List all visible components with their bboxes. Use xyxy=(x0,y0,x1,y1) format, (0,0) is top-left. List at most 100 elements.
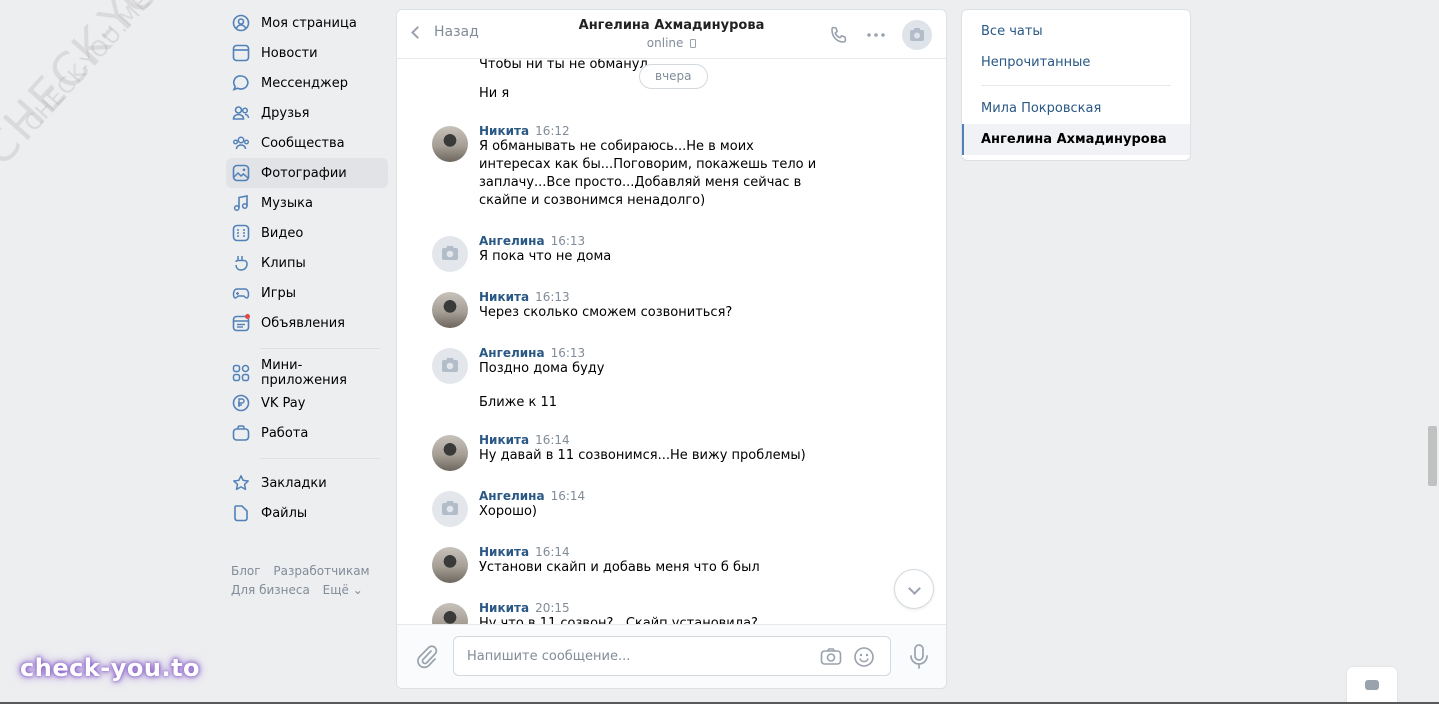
footer-links: Блог Разработчикам Для бизнеса Ещё ⌄ xyxy=(226,562,388,600)
footer-link-more[interactable]: Ещё ⌄ xyxy=(323,583,363,597)
nav-ads[interactable]: Объявления xyxy=(226,308,388,338)
more-icon[interactable] xyxy=(865,24,887,46)
microphone-icon[interactable] xyxy=(908,643,930,671)
message-text: Я обманывать не собираюсь...Не в моих ин… xyxy=(479,139,817,208)
nav-friends[interactable]: Друзья xyxy=(226,98,388,128)
user-circle-icon xyxy=(232,14,250,32)
watermark-corner: check-you.to xyxy=(20,654,201,682)
avatar-nikita[interactable] xyxy=(432,547,468,583)
nav-news[interactable]: Новости xyxy=(226,38,388,68)
avatar-nikita[interactable] xyxy=(432,292,468,328)
nav-label: Игры xyxy=(261,285,297,301)
nav-work[interactable]: Работа xyxy=(226,418,388,448)
message-item: Ангелина 16:14 Хорошо) xyxy=(432,489,906,527)
avatar-nikita[interactable] xyxy=(432,126,468,162)
chat-header: Назад Ангелина Ахмадинурова online xyxy=(397,10,946,59)
communities-icon xyxy=(232,134,250,152)
message-item: Ближе к 11 xyxy=(432,394,906,412)
avatar-angelina[interactable] xyxy=(432,491,468,527)
news-icon xyxy=(232,44,250,62)
chat-bubble-icon[interactable] xyxy=(1347,667,1397,704)
message-list[interactable]: Чтобы ни ты не обманул вчера Ни я Никита… xyxy=(397,59,946,626)
nav-video[interactable]: Видео xyxy=(226,218,388,248)
message-text: Ну давай в 11 созвонимся...Не вижу пробл… xyxy=(479,448,806,463)
message-composer xyxy=(397,624,946,688)
nav-communities[interactable]: Сообщества xyxy=(226,128,388,158)
photos-icon xyxy=(232,164,250,182)
watermark-diagonal: CHECK-YOU.ME xyxy=(0,0,256,177)
message-item: Ни я xyxy=(432,85,906,103)
mobile-icon xyxy=(690,39,697,48)
footer-link-developers[interactable]: Разработчикам xyxy=(273,564,369,578)
avatar-angelina[interactable] xyxy=(432,348,468,384)
nav-my-page[interactable]: Моя страница xyxy=(226,8,388,38)
message-text: Хорошо) xyxy=(479,504,537,519)
nav-label: Мини-приложения xyxy=(261,358,347,388)
camera-icon xyxy=(442,358,458,372)
nav-label: Друзья xyxy=(261,105,310,121)
nav-mini-apps[interactable]: Мини-приложения xyxy=(226,358,388,388)
message-text: Я пока что не дома xyxy=(479,249,612,264)
camera-icon[interactable] xyxy=(820,646,842,668)
message-text: Поздно дома буду xyxy=(479,361,605,376)
paperclip-icon[interactable] xyxy=(414,643,438,669)
nav-bookmarks[interactable]: Закладки xyxy=(226,468,388,498)
nav-label: Новости xyxy=(261,45,318,61)
message-time: 16:13 xyxy=(550,234,586,248)
nav-clips[interactable]: Клипы xyxy=(226,248,388,278)
message-icon xyxy=(232,74,250,92)
avatar-angelina[interactable] xyxy=(432,236,468,272)
chat-list-item-active[interactable]: Ангелина Ахмадинурова xyxy=(962,124,1190,155)
nav-files[interactable]: Файлы xyxy=(226,498,388,528)
message-author[interactable]: Ангелина xyxy=(479,234,545,248)
footer-link-business[interactable]: Для бизнеса xyxy=(231,583,310,597)
message-item: Никита 16:13 Через сколько сможем созвони… xyxy=(432,290,906,328)
scroll-down-button[interactable] xyxy=(894,569,934,609)
phone-icon[interactable] xyxy=(828,24,850,46)
page-scrollbar-thumb[interactable] xyxy=(1428,426,1437,486)
message-item: Никита 20:15 Ну что в 11 созвон?...Скайп … xyxy=(432,601,906,626)
message-item: Никита 16:14 Ну давай в 11 созвонимся...Н… xyxy=(432,433,906,471)
nav-games[interactable]: Игры xyxy=(226,278,388,308)
message-text: Установи скайп и добавь меня что б был xyxy=(479,560,760,575)
filter-all-chats[interactable]: Все чаты xyxy=(962,16,1190,47)
peer-status-text: online xyxy=(646,36,684,50)
nav-vk-pay[interactable]: VK Pay xyxy=(226,388,388,418)
message-input[interactable] xyxy=(454,637,794,675)
peer-avatar[interactable] xyxy=(902,20,932,50)
message-author[interactable]: Никита xyxy=(479,545,529,559)
message-item: Никита 16:12 Я обманывать не собираюсь...… xyxy=(432,124,906,210)
nav-label: Сообщества xyxy=(261,135,345,151)
nav-messenger[interactable]: Мессенджер xyxy=(226,68,388,98)
nav-label: Клипы xyxy=(261,255,306,271)
message-text: Через сколько сможем созвониться? xyxy=(479,305,733,320)
emoji-icon[interactable] xyxy=(853,646,875,668)
message-author[interactable]: Ангелина xyxy=(479,489,545,503)
filter-unread[interactable]: Непрочитанные xyxy=(962,47,1190,78)
nav-divider xyxy=(260,348,380,349)
nav-label: Файлы xyxy=(261,505,308,521)
friends-icon xyxy=(232,104,250,122)
star-icon xyxy=(232,474,250,492)
message-author[interactable]: Никита xyxy=(479,601,529,615)
avatar-nikita[interactable] xyxy=(432,435,468,471)
message-input-wrapper xyxy=(453,636,891,676)
file-icon xyxy=(232,504,250,522)
message-item: Ангелина 16:13 Поздно дома буду xyxy=(432,346,906,384)
message-time: 16:13 xyxy=(550,346,586,360)
message-author[interactable]: Никита xyxy=(479,124,529,138)
avatar-nikita[interactable] xyxy=(432,603,468,626)
chat-list-item[interactable]: Мила Покровская xyxy=(962,93,1190,124)
message-time: 16:14 xyxy=(535,433,570,447)
nav-label: Объявления xyxy=(261,315,345,331)
nav-music[interactable]: Музыка xyxy=(226,188,388,218)
message-author[interactable]: Ангелина xyxy=(479,346,545,360)
apps-icon xyxy=(232,364,250,382)
nav-photos[interactable]: Фотографии xyxy=(226,158,388,188)
footer-link-blog[interactable]: Блог xyxy=(231,564,261,578)
message-author[interactable]: Никита xyxy=(479,290,529,304)
work-icon xyxy=(232,424,250,442)
message-author[interactable]: Никита xyxy=(479,433,529,447)
camera-icon xyxy=(442,246,458,260)
nav-label: Фотографии xyxy=(261,165,347,181)
